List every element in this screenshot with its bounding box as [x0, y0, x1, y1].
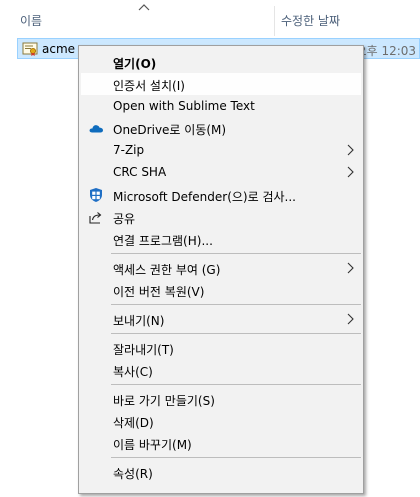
menu-item-install-certificate[interactable]: 인증서 설치(I): [81, 73, 361, 95]
menu-item-label: 연결 프로그램(H)...: [113, 234, 213, 248]
menu-item-label: Open with Sublime Text: [113, 99, 255, 113]
sort-ascending-icon: [138, 4, 150, 11]
menu-separator: [111, 457, 361, 458]
menu-item-give-access[interactable]: 액세스 권한 부여 (G): [81, 257, 361, 279]
menu-item-delete[interactable]: 삭제(D): [81, 410, 361, 432]
menu-item-move-to-onedrive[interactable]: OneDrive로 이동(M): [81, 117, 361, 139]
menu-item-label: 공유: [113, 212, 136, 226]
chevron-right-icon: [347, 144, 354, 156]
menu-item-7zip[interactable]: 7-Zip: [81, 139, 361, 161]
menu-separator: [111, 384, 361, 385]
menu-item-label: Microsoft Defender(으)로 검사...: [113, 190, 296, 204]
menu-item-label: 보내기(N): [113, 314, 165, 328]
menu-item-label: 삭제(D): [113, 416, 154, 430]
chevron-right-icon: [347, 262, 354, 274]
menu-item-label: 액세스 권한 부여 (G): [113, 263, 221, 277]
column-header: 이름 수정한 날짜: [0, 0, 420, 36]
menu-item-label: 잘라내기(T): [113, 343, 174, 357]
menu-item-share[interactable]: 공유: [81, 206, 361, 228]
menu-item-label: 복사(C): [113, 365, 153, 379]
menu-item-label: OneDrive로 이동(M): [113, 123, 227, 137]
menu-item-label: 열기(O): [113, 57, 157, 71]
menu-separator: [111, 304, 361, 305]
menu-item-label: 속성(R): [113, 467, 153, 481]
menu-item-label: 이전 버전 복원(V): [113, 285, 205, 299]
chevron-right-icon: [347, 166, 354, 178]
column-name-header[interactable]: 이름: [20, 12, 42, 29]
menu-item-rename[interactable]: 이름 바꾸기(M): [81, 432, 361, 454]
context-menu: 열기(O) 인증서 설치(I) Open with Sublime Text O…: [78, 45, 364, 494]
menu-item-label: CRC SHA: [113, 165, 167, 179]
column-date-header[interactable]: 수정한 날짜: [281, 12, 340, 29]
menu-item-send-to[interactable]: 보내기(N): [81, 308, 361, 330]
defender-shield-icon: [90, 188, 102, 202]
menu-item-open[interactable]: 열기(O): [81, 51, 361, 73]
column-divider[interactable]: [274, 6, 275, 36]
menu-item-restore-previous-versions[interactable]: 이전 버전 복원(V): [81, 279, 361, 301]
menu-separator: [111, 253, 361, 254]
menu-item-defender-scan[interactable]: Microsoft Defender(으)로 검사...: [81, 184, 361, 206]
menu-item-open-with[interactable]: 연결 프로그램(H)...: [81, 228, 361, 250]
menu-item-label: 바로 가기 만들기(S): [113, 394, 215, 408]
menu-item-create-shortcut[interactable]: 바로 가기 만들기(S): [81, 388, 361, 410]
menu-item-properties[interactable]: 속성(R): [81, 461, 361, 483]
menu-item-label: 이름 바꾸기(M): [113, 438, 192, 452]
file-name: acme: [42, 42, 76, 56]
onedrive-icon: [89, 125, 103, 133]
menu-separator: [111, 333, 361, 334]
menu-item-copy[interactable]: 복사(C): [81, 359, 361, 381]
share-icon: [89, 212, 102, 224]
menu-item-label: 인증서 설치(I): [113, 79, 185, 93]
menu-item-cut[interactable]: 잘라내기(T): [81, 337, 361, 359]
menu-item-label: 7-Zip: [113, 143, 145, 157]
menu-item-open-with-sublime[interactable]: Open with Sublime Text: [81, 95, 361, 117]
chevron-right-icon: [347, 313, 354, 325]
certificate-file-icon: [22, 42, 38, 56]
menu-item-crc-sha[interactable]: CRC SHA: [81, 161, 361, 183]
